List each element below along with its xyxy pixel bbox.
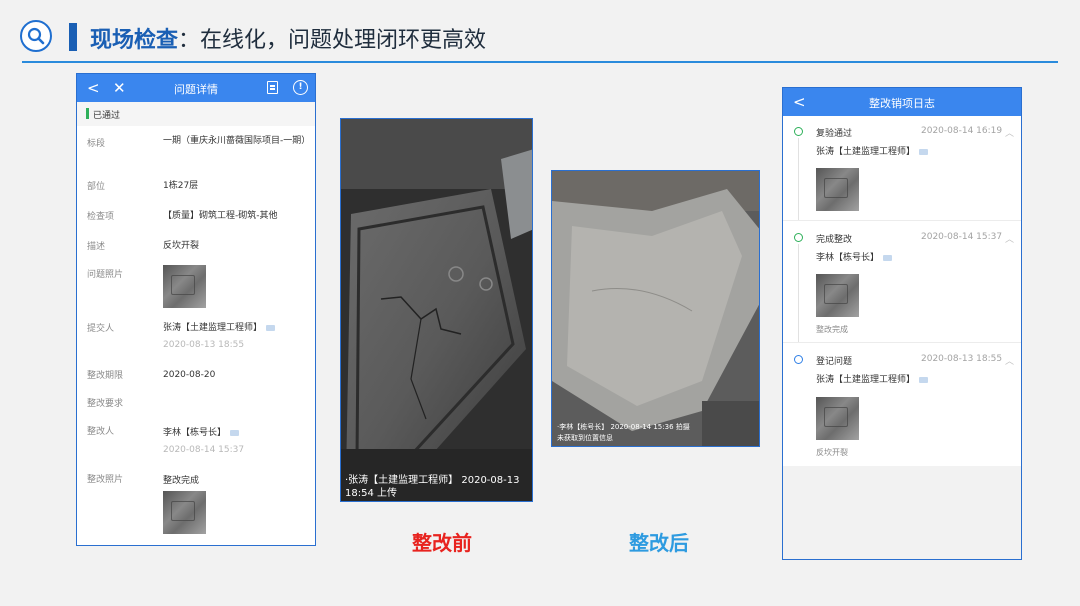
before-photo-image bbox=[341, 119, 532, 501]
user-tag-icon bbox=[919, 376, 929, 383]
log-entry-time: 2020-08-13 18:55 bbox=[921, 354, 1003, 364]
log-entry-photo[interactable] bbox=[816, 168, 859, 211]
rectifier-time: 2020-08-14 15:37 bbox=[163, 445, 245, 455]
before-photo[interactable]: ·张涛【土建监理工程师】 2020-08-13 18:54 上传 bbox=[340, 118, 533, 502]
field-label: 整改照片 bbox=[87, 475, 124, 485]
status-text: 已通过 bbox=[93, 111, 121, 121]
log-entry-photo[interactable] bbox=[816, 397, 859, 440]
chevron-up-icon[interactable]: ︿ bbox=[1005, 354, 1014, 367]
field-value: 【质量】砌筑工程-砌筑-其他 bbox=[163, 211, 278, 221]
after-photo-image bbox=[552, 171, 759, 446]
issue-detail-screen: < ✕ 问题详情 ! 已通过 标段 一期（重庆永川蔷薇国际项目-一期） 部位 1… bbox=[76, 73, 316, 546]
info-icon[interactable]: ! bbox=[293, 80, 308, 95]
search-icon bbox=[20, 20, 52, 52]
field-label: 描述 bbox=[87, 242, 106, 252]
submitter-time: 2020-08-13 18:55 bbox=[163, 340, 245, 350]
field-label: 标段 bbox=[87, 139, 106, 149]
log-entry-title: 完成整改 bbox=[816, 235, 853, 245]
chevron-up-icon[interactable]: ︿ bbox=[1005, 232, 1014, 245]
user-tag-icon bbox=[883, 254, 893, 261]
page-title: 现场检查：在线化，问题处理闭环更高效 bbox=[90, 22, 486, 54]
issue-photo-thumbnail[interactable] bbox=[163, 265, 206, 308]
log-entry-time: 2020-08-14 16:19 bbox=[921, 126, 1003, 136]
before-photo-caption: ·张涛【土建监理工程师】 2020-08-13 18:54 上传 bbox=[345, 475, 520, 499]
timeline-line bbox=[798, 244, 799, 342]
field-value: 反坎开裂 bbox=[163, 241, 200, 251]
log-entry-user: 李林【栋号长】 bbox=[816, 253, 880, 263]
log-entry-note: 反坎开裂 bbox=[816, 448, 848, 457]
timeline-line bbox=[798, 138, 799, 220]
log-entry-user: 张涛【土建监理工程师】 bbox=[816, 147, 916, 157]
issue-detail-title: 问题详情 bbox=[174, 83, 218, 96]
after-photo[interactable]: ·李林【栋号长】 2020-08-14 15:36 拍摄 未获取到位置信息 bbox=[551, 170, 760, 447]
log-entry-title: 登记问题 bbox=[816, 357, 853, 367]
user-tag-icon bbox=[919, 148, 929, 155]
slide-header: 现场检查：在线化，问题处理闭环更高效 bbox=[0, 0, 1080, 72]
issue-detail-navbar: < ✕ 问题详情 ! bbox=[77, 74, 315, 102]
field-label: 整改期限 bbox=[87, 371, 124, 381]
chevron-up-icon[interactable]: ︿ bbox=[1005, 126, 1014, 139]
document-icon[interactable] bbox=[267, 81, 278, 94]
log-entry: 完成整改 2020-08-14 15:37 ︿ 李林【栋号长】 整改完成 bbox=[783, 222, 1021, 342]
before-label: 整改前 bbox=[412, 531, 472, 555]
log-entry-title: 复验通过 bbox=[816, 129, 853, 139]
field-label: 检查项 bbox=[87, 212, 115, 222]
rectifier-name: 李林【栋号长】 bbox=[163, 428, 227, 438]
field-label: 部位 bbox=[87, 182, 106, 192]
user-tag-icon bbox=[230, 429, 240, 436]
field-value: 2020-08-20 bbox=[163, 370, 216, 380]
user-tag-icon bbox=[266, 324, 276, 331]
log-entry: 复验通过 2020-08-14 16:19 ︿ 张涛【土建监理工程师】 bbox=[783, 116, 1021, 220]
page-title-rest: ：在线化，问题处理闭环更高效 bbox=[178, 28, 487, 53]
passed-dot-icon bbox=[794, 127, 803, 136]
divider bbox=[783, 220, 1021, 221]
after-label: 整改后 bbox=[629, 531, 689, 555]
after-photo-caption: ·李林【栋号长】 2020-08-14 15:36 拍摄 bbox=[557, 423, 690, 431]
log-entry-user: 张涛【土建监理工程师】 bbox=[816, 375, 916, 385]
title-divider bbox=[22, 61, 1058, 63]
log-entry-note: 整改完成 bbox=[816, 325, 848, 334]
log-navbar: < 整改销项日志 bbox=[783, 88, 1021, 116]
rectify-photo-thumbnail[interactable] bbox=[163, 491, 206, 534]
divider bbox=[783, 342, 1021, 343]
rectification-log-screen: < 整改销项日志 复验通过 2020-08-14 16:19 ︿ 张涛【土建监理… bbox=[782, 87, 1022, 560]
log-footer-area bbox=[783, 466, 1021, 559]
complete-dot-icon bbox=[794, 233, 803, 242]
field-label: 问题照片 bbox=[87, 270, 124, 280]
after-photo-location: 未获取到位置信息 bbox=[557, 434, 613, 442]
status-indicator bbox=[86, 108, 89, 119]
field-value: 1栋27层 bbox=[163, 181, 199, 191]
log-entry: 登记问题 2020-08-13 18:55 ︿ 张涛【土建监理工程师】 反坎开裂 bbox=[783, 344, 1021, 464]
status-badge: 已通过 bbox=[77, 102, 315, 126]
title-accent-bar bbox=[69, 23, 77, 51]
log-entry-photo[interactable] bbox=[816, 274, 859, 317]
field-label: 整改人 bbox=[87, 427, 115, 437]
field-value: 一期（重庆永川蔷薇国际项目-一期） bbox=[163, 136, 311, 146]
field-label: 整改要求 bbox=[87, 399, 124, 409]
submitter-name: 张涛【土建监理工程师】 bbox=[163, 323, 263, 333]
page-title-highlight: 现场检查 bbox=[90, 28, 179, 53]
field-value: 整改完成 bbox=[163, 476, 200, 486]
log-entry-time: 2020-08-14 15:37 bbox=[921, 232, 1003, 242]
log-title: 整改销项日志 bbox=[869, 97, 935, 110]
field-label: 提交人 bbox=[87, 324, 115, 334]
register-dot-icon bbox=[794, 355, 803, 364]
